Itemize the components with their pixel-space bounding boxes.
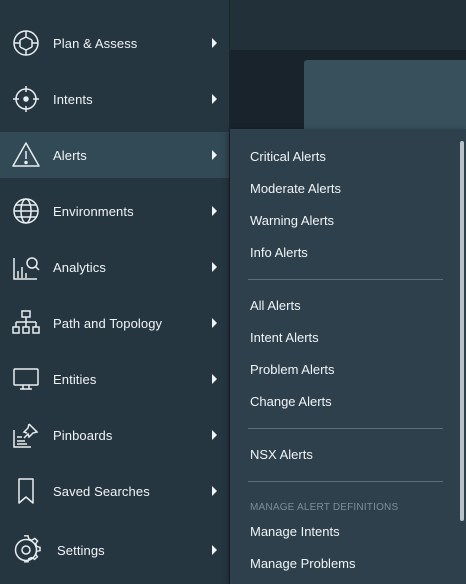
content-card: [304, 60, 466, 140]
nav-item-label: Path and Topology: [53, 315, 163, 331]
nav-item-plan-assess[interactable]: Plan & Assess: [0, 20, 229, 66]
nav-item-alerts[interactable]: Alerts: [0, 132, 229, 178]
menu-divider: [248, 279, 443, 280]
menu-item-nsx-alerts[interactable]: NSX Alerts: [250, 447, 313, 462]
menu-item-manage-problems[interactable]: Manage Problems: [250, 556, 356, 571]
chevron-right-icon: [209, 543, 219, 557]
chevron-right-icon: [209, 316, 219, 330]
menu-divider: [248, 481, 443, 482]
chevron-right-icon: [209, 428, 219, 442]
menu-item-moderate-alerts[interactable]: Moderate Alerts: [250, 181, 341, 196]
chevron-right-icon: [209, 372, 219, 386]
chevron-right-icon: [209, 260, 219, 274]
nav-item-environments[interactable]: Environments: [0, 188, 229, 234]
globe-icon: [11, 196, 41, 226]
main-nav: Plan & Assess Intents Alerts Environment…: [0, 0, 230, 584]
nav-item-label: Settings: [57, 542, 105, 558]
nav-item-label: Plan & Assess: [53, 35, 138, 51]
chevron-right-icon: [209, 484, 219, 498]
nav-item-label: Analytics: [53, 259, 106, 275]
menu-item-problem-alerts[interactable]: Problem Alerts: [250, 362, 335, 377]
nav-item-pinboards[interactable]: Pinboards: [0, 412, 229, 458]
chevron-right-icon: [209, 36, 219, 50]
crosshair-icon: [11, 84, 41, 114]
menu-item-manage-intents[interactable]: Manage Intents: [250, 524, 340, 539]
menu-item-info-alerts[interactable]: Info Alerts: [250, 245, 308, 260]
warning-triangle-icon: [11, 140, 41, 170]
menu-divider: [248, 428, 443, 429]
nav-item-entities[interactable]: Entities: [0, 356, 229, 402]
menu-item-intent-alerts[interactable]: Intent Alerts: [250, 330, 319, 345]
nav-item-label: Pinboards: [53, 427, 113, 443]
nav-item-settings[interactable]: Settings: [0, 527, 229, 573]
menu-item-change-alerts[interactable]: Change Alerts: [250, 394, 332, 409]
section-header-manage-definitions: MANAGE ALERT DEFINITIONS: [250, 502, 399, 513]
analytics-chart-icon: [11, 252, 41, 282]
submenu-scrollbar[interactable]: [460, 141, 464, 521]
monitor-icon: [11, 364, 41, 394]
nav-item-label: Intents: [53, 91, 93, 107]
topology-tree-icon: [11, 308, 41, 338]
nav-item-intents[interactable]: Intents: [0, 76, 229, 122]
plan-assess-icon: [11, 28, 41, 58]
nav-item-label: Alerts: [53, 147, 87, 163]
menu-item-all-alerts[interactable]: All Alerts: [250, 298, 301, 313]
nav-item-saved-searches[interactable]: Saved Searches: [0, 468, 229, 514]
chevron-right-icon: [209, 204, 219, 218]
nav-item-analytics[interactable]: Analytics: [0, 244, 229, 290]
nav-item-label: Environments: [53, 203, 134, 219]
nav-item-label: Saved Searches: [53, 483, 150, 499]
nav-item-label: Entities: [53, 371, 97, 387]
chevron-right-icon: [209, 148, 219, 162]
menu-item-critical-alerts[interactable]: Critical Alerts: [250, 149, 326, 164]
alerts-submenu: Critical Alerts Moderate Alerts Warning …: [230, 129, 466, 584]
app-header-bg: [230, 0, 466, 50]
pinboard-icon: [11, 420, 41, 450]
chevron-right-icon: [209, 92, 219, 106]
gear-icon: [11, 535, 41, 565]
nav-item-path-topology[interactable]: Path and Topology: [0, 300, 229, 346]
bookmark-icon: [11, 476, 41, 506]
menu-item-warning-alerts[interactable]: Warning Alerts: [250, 213, 334, 228]
